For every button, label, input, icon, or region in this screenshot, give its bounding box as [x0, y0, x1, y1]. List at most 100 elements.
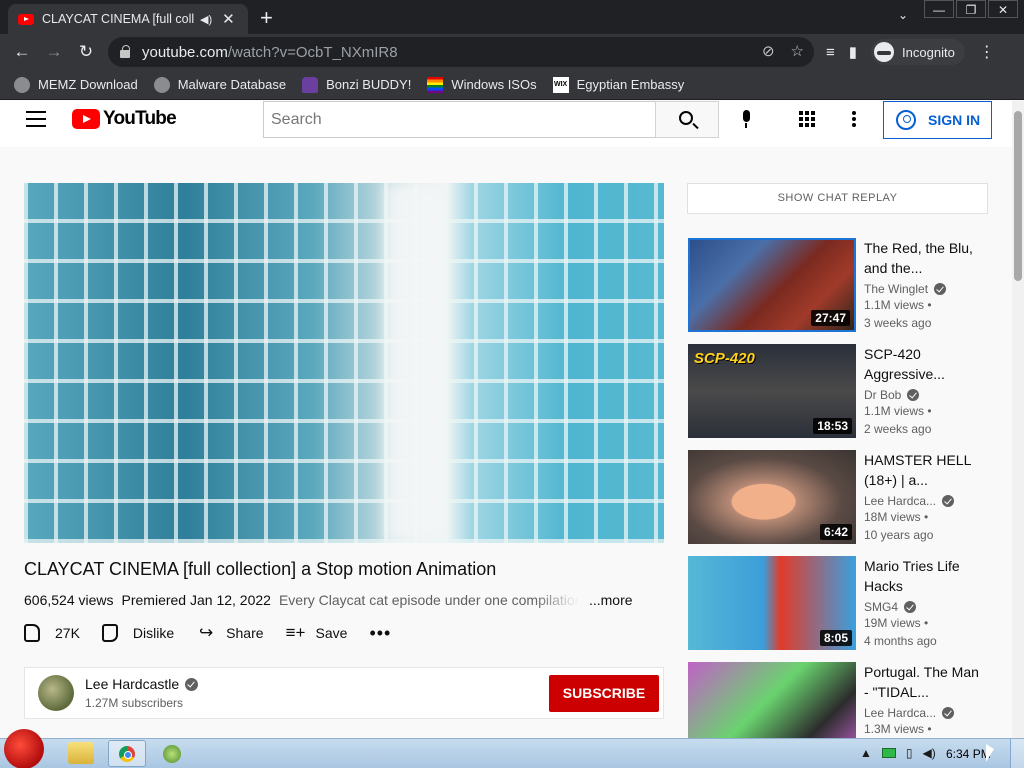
taskbar-app-icon[interactable] [163, 745, 181, 763]
address-bar[interactable]: youtube.com/watch?v=OcbT_NXmIR8 ⊘ ☆ [108, 37, 814, 67]
description-more-button[interactable]: ...more [589, 592, 633, 608]
video-player[interactable] [24, 183, 664, 543]
recommended-channel[interactable]: Dr Bob [864, 388, 984, 402]
restore-icon[interactable]: ❐ [956, 0, 986, 18]
tray-arrow-icon[interactable]: ▲ [860, 746, 872, 760]
hamburger-menu-icon[interactable] [26, 111, 46, 127]
forward-arrow-icon[interactable]: → [38, 42, 70, 62]
verified-check-icon [942, 707, 955, 719]
show-chat-replay-button[interactable]: SHOW CHAT REPLAY [687, 183, 988, 214]
verified-check-icon [934, 283, 947, 295]
subscribe-button[interactable]: SUBSCRIBE [549, 675, 659, 712]
video-thumbnail[interactable]: 6:42 [688, 450, 856, 544]
video-thumbnail[interactable]: 27:47 [688, 238, 856, 332]
scrollbar-thumb[interactable] [1014, 111, 1022, 281]
show-desktop-button[interactable] [1010, 739, 1024, 768]
file-explorer-icon[interactable] [68, 742, 94, 764]
recommended-video-title[interactable]: Portugal. The Man - "TIDAL... [864, 662, 984, 702]
window-close-icon[interactable]: ✕ [988, 0, 1018, 18]
video-thumbnail[interactable] [688, 662, 856, 738]
lock-icon[interactable] [120, 45, 130, 58]
incognito-profile-button[interactable]: Incognito [871, 39, 965, 65]
reload-icon[interactable]: ↻ [70, 42, 102, 62]
minimize-icon[interactable]: — [924, 0, 954, 18]
save-button[interactable]: ≡+ Save [286, 623, 348, 643]
video-metadata[interactable]: 606,524 views Premiered Jan 12, 2022 Eve… [24, 592, 633, 608]
network-icon[interactable]: ▯ [906, 746, 913, 760]
recommended-video-title[interactable]: SCP-420 Aggressive... [864, 344, 984, 384]
taskbar-chrome-button[interactable] [108, 740, 146, 767]
more-actions-button[interactable]: ••• [369, 623, 391, 644]
speaker-icon[interactable]: ◀) [200, 13, 212, 26]
sign-in-button[interactable]: SIGN IN [883, 101, 992, 139]
recommended-video-title[interactable]: HAMSTER HELL (18+) | a... [864, 450, 984, 490]
tab-search-chevron-icon[interactable]: ⌄ [898, 8, 908, 22]
channel-name-row[interactable]: Lee Hardcastle [85, 676, 199, 692]
recommended-video[interactable]: Portugal. The Man - "TIDAL... Lee Hardca… [688, 662, 998, 738]
start-button-icon[interactable] [4, 729, 44, 768]
browser-tab-active[interactable]: CLAYCAT CINEMA [full collection] a Stop … [8, 4, 248, 34]
microphone-icon[interactable] [741, 110, 751, 128]
view-count: 606,524 views [24, 592, 114, 608]
recommended-channel[interactable]: Lee Hardca... [864, 494, 984, 508]
side-panel-icon[interactable]: ▮ [849, 43, 857, 61]
recommended-age: 10 years ago [864, 528, 934, 542]
recommended-video[interactable]: SCP-420 18:53 SCP-420 Aggressive... Dr B… [688, 344, 998, 438]
youtube-logo[interactable]: YouTube [72, 108, 177, 130]
close-tab-icon[interactable]: ✕ [222, 10, 235, 28]
youtube-header: YouTube Search SIGN IN [0, 101, 1012, 147]
channel-card: Lee Hardcastle 1.27M subscribers SUBSCRI… [24, 667, 664, 719]
bookmark-bonzi-buddy[interactable]: Bonzi BUDDY! [302, 76, 411, 93]
youtube-logo-text: YouTube [103, 108, 177, 129]
subscriber-count: 1.27M subscribers [85, 696, 184, 710]
recommended-views: 1.3M views • [864, 722, 932, 736]
recommended-video[interactable]: 8:05 Mario Tries Life Hacks SMG4 19M vie… [688, 556, 998, 650]
bookmark-label: Malware Database [177, 77, 287, 92]
battery-icon[interactable] [881, 748, 896, 758]
apps-grid-icon[interactable] [799, 111, 815, 127]
page-scrollbar[interactable] [1012, 101, 1024, 738]
more-horizontal-icon: ••• [369, 622, 392, 643]
browser-menu-icon[interactable]: ⋮ [979, 42, 995, 62]
system-tray: ▲ ▯ ◀) [860, 746, 936, 760]
thumbnail-text: SCP-420 [694, 350, 755, 367]
recommended-channel[interactable]: SMG4 [864, 600, 984, 614]
bookmark-windows-isos[interactable]: Windows ISOs [427, 76, 537, 93]
recommended-views: 19M views • [864, 616, 929, 630]
settings-more-icon[interactable] [852, 111, 856, 129]
dislike-button[interactable]: Dislike [101, 624, 174, 642]
eye-off-icon[interactable]: ⊘ [762, 42, 775, 60]
video-thumbnail[interactable]: 8:05 [688, 556, 856, 650]
channel-avatar[interactable] [38, 675, 74, 711]
recommended-video[interactable]: 27:47 The Red, the Blu, and the... The W… [688, 238, 998, 332]
bookmark-egyptian-embassy[interactable]: WIX Egyptian Embassy [552, 76, 684, 93]
bookmark-star-icon[interactable]: ☆ [791, 42, 804, 60]
recommended-video-info: SCP-420 Aggressive... Dr Bob 1.1M views … [864, 344, 984, 438]
windows-taskbar: ▲ ▯ ◀) 6:34 PM [0, 729, 1024, 768]
volume-icon[interactable]: ◀) [923, 746, 936, 760]
bookmark-malware-database[interactable]: Malware Database [153, 76, 287, 93]
save-label: Save [315, 625, 348, 641]
globe-icon [153, 76, 170, 93]
recommended-video[interactable]: 6:42 HAMSTER HELL (18+) | a... Lee Hardc… [688, 450, 998, 544]
search-button[interactable] [655, 101, 719, 138]
verified-check-icon [907, 389, 920, 401]
bookmark-memz-download[interactable]: MEMZ Download [14, 76, 138, 93]
share-button[interactable]: ↪ Share [196, 623, 263, 643]
recommended-channel[interactable]: The Winglet [864, 282, 984, 296]
recommended-channel[interactable]: Lee Hardca... [864, 706, 984, 720]
url-host: youtube.com [142, 43, 228, 61]
video-thumbnail[interactable]: SCP-420 18:53 [688, 344, 856, 438]
like-button[interactable]: 27K [24, 624, 80, 642]
bookmark-label: MEMZ Download [38, 77, 138, 92]
recommended-video-title[interactable]: The Red, the Blu, and the... [864, 238, 984, 278]
recommended-video-title[interactable]: Mario Tries Life Hacks [864, 556, 984, 596]
recommended-video-info: Mario Tries Life Hacks SMG4 19M views • … [864, 556, 984, 650]
taskbar-clock[interactable]: 6:34 PM [946, 747, 991, 761]
media-queue-icon[interactable]: ≡ [826, 44, 835, 61]
mouse-cursor-icon [986, 744, 994, 762]
back-arrow-icon[interactable]: ← [6, 42, 38, 62]
search-icon [679, 111, 693, 125]
search-input[interactable]: Search [263, 101, 656, 138]
new-tab-icon[interactable]: + [260, 5, 273, 31]
